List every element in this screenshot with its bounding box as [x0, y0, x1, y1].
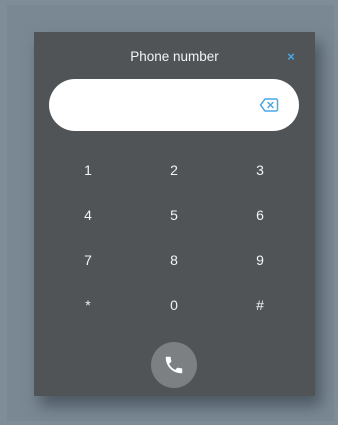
phone-input-container [49, 79, 299, 131]
key-star[interactable]: * [45, 282, 131, 327]
key-8[interactable]: 8 [131, 237, 217, 282]
key-2[interactable]: 2 [131, 147, 217, 192]
key-9[interactable]: 9 [217, 237, 303, 282]
key-hash[interactable]: # [217, 282, 303, 327]
keypad: 1 2 3 4 5 6 7 8 9 * 0 # [45, 147, 303, 327]
key-0[interactable]: 0 [131, 282, 217, 327]
keypad-row: 4 5 6 [45, 192, 303, 237]
key-1[interactable]: 1 [45, 147, 131, 192]
key-7[interactable]: 7 [45, 237, 131, 282]
key-5[interactable]: 5 [131, 192, 217, 237]
phone-dialer-dialog: Phone number × 1 2 3 4 5 6 7 8 9 * 0 # [34, 32, 315, 396]
keypad-row: * 0 # [45, 282, 303, 327]
close-icon: × [287, 48, 295, 64]
keypad-row: 1 2 3 [45, 147, 303, 192]
key-4[interactable]: 4 [45, 192, 131, 237]
phone-icon [165, 356, 183, 374]
key-3[interactable]: 3 [217, 147, 303, 192]
close-button[interactable]: × [283, 48, 299, 64]
call-button[interactable] [151, 342, 197, 388]
phone-number-input[interactable] [65, 91, 245, 119]
keypad-row: 7 8 9 [45, 237, 303, 282]
backspace-button[interactable] [259, 95, 279, 115]
key-6[interactable]: 6 [217, 192, 303, 237]
dialog-header: Phone number × [34, 32, 315, 80]
backspace-icon [259, 98, 279, 112]
dialog-title: Phone number [130, 49, 219, 64]
